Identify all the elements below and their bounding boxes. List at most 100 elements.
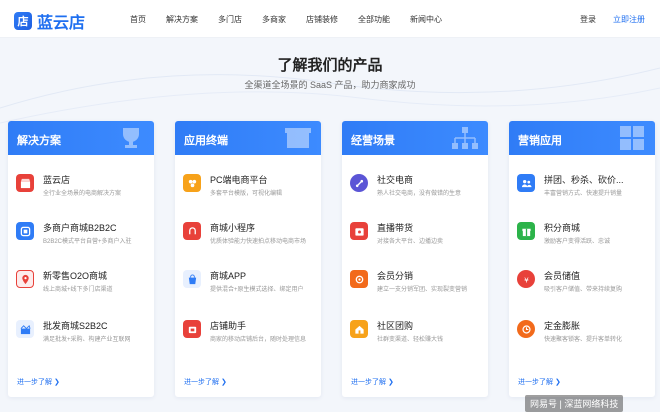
card-title: 营销应用 xyxy=(518,135,562,147)
main-nav: 首页 解决方案 多门店 多商家 店铺装修 全部功能 新闻中心 xyxy=(130,0,462,38)
learn-more-link[interactable]: 进一步了解 ❯ xyxy=(184,377,227,387)
item-description: 线上商城+线下多门店渠道 xyxy=(43,287,113,293)
item-title: 多商户商城B2B2C xyxy=(43,223,117,233)
mini-program-icon xyxy=(183,222,201,240)
list-item[interactable]: 会员分销 建立一支分销军团、实现裂变营销 xyxy=(350,267,486,301)
multi-store-icon xyxy=(16,222,34,240)
item-title: 店铺助手 xyxy=(210,321,247,331)
section-subtitle: 全渠道全场景的 SaaS 产品，助力商家成功 xyxy=(244,80,416,90)
item-title: PC端电商平台 xyxy=(210,175,268,185)
card-header: 营销应用 xyxy=(509,121,655,155)
list-item[interactable]: 积分商城 激励客户变得活跃、忠诚 xyxy=(517,219,653,253)
community-icon xyxy=(350,320,368,338)
item-description: 多套平台模版，可视化编辑 xyxy=(210,191,283,197)
list-item[interactable]: 新零售O2O商城 线上商城+线下多门店渠道 xyxy=(16,267,152,301)
svg-text:¥: ¥ xyxy=(524,275,529,284)
social-icon xyxy=(350,174,368,192)
login-link[interactable]: 登录 xyxy=(580,14,596,25)
learn-more-link[interactable]: 进一步了解 ❯ xyxy=(17,377,60,387)
pc-icon xyxy=(183,174,201,192)
trophy-icon xyxy=(123,128,139,148)
item-description: 满足批发+采购、构建产业互联网 xyxy=(43,337,131,343)
card-title: 解决方案 xyxy=(17,135,61,147)
list-item[interactable]: 店铺助手 商家的移动店铺后台，随时处理信息 xyxy=(183,317,319,351)
item-description: 对接各大平台、边播边卖 xyxy=(377,239,444,245)
list-item[interactable]: 拼团、秒杀、砍价... 丰富营销方式、快速提升销量 xyxy=(517,171,653,205)
live-icon xyxy=(350,222,368,240)
list-item[interactable]: 商城APP 提供混合+原生模式选择、绑定用户 xyxy=(183,267,319,301)
card-terminals: 应用终端 PC端电商平台 多套平台模版，可视化编辑 商城小程序 优质体验能力快速… xyxy=(175,121,321,397)
item-title: 拼团、秒杀、砍价... xyxy=(544,175,624,185)
item-description: 建立一支分销军团、实现裂变营销 xyxy=(377,287,468,293)
item-description: B2B2C模式平台自营+多商户入驻 xyxy=(43,239,132,245)
register-link[interactable]: 立即注册 xyxy=(613,14,645,25)
nav-all-features[interactable]: 全部功能 xyxy=(358,14,390,25)
group-buy-icon xyxy=(517,174,535,192)
list-item[interactable]: 社交电商 熟人社交电商，没有做错的生意 xyxy=(350,171,486,205)
nav-news[interactable]: 新闻中心 xyxy=(410,14,442,25)
item-title: 积分商城 xyxy=(544,223,581,233)
item-title: 商城APP xyxy=(210,271,247,281)
card-title: 经营场景 xyxy=(351,135,395,147)
card-marketing: 营销应用 拼团、秒杀、砍价... 丰富营销方式、快速提升销量 积分商城 激励客户… xyxy=(509,121,655,397)
grid-icon xyxy=(620,126,644,150)
card-header: 经营场景 xyxy=(342,121,488,155)
item-title: 蓝云店 xyxy=(43,175,71,185)
item-description: 丰富营销方式、快速提升销量 xyxy=(544,191,623,197)
stored-value-icon: ¥ xyxy=(517,270,535,288)
card-header: 应用终端 xyxy=(175,121,321,155)
logo-icon: 店 xyxy=(14,12,32,30)
item-description: 优质体验能力快速拍点移动电商市场 xyxy=(210,239,307,245)
item-title: 直播带货 xyxy=(377,223,414,233)
list-item[interactable]: 社区团购 社群变渠道、轻松赚大钱 xyxy=(350,317,486,351)
item-title: 商城小程序 xyxy=(210,223,256,233)
store-icon xyxy=(16,174,34,192)
card-scenarios: 经营场景 社交电商 熟人社交电商，没有做错的生意 直播带货 对接各大平台、边播边… xyxy=(342,121,488,397)
list-item[interactable]: 多商户商城B2B2C B2B2C模式平台自营+多商户入驻 xyxy=(16,219,152,253)
top-header: 店 蓝云店 首页 解决方案 多门店 多商家 店铺装修 全部功能 新闻中心 登录 … xyxy=(0,0,660,38)
list-item[interactable]: 批发商城S2B2C 满足批发+采购、构建产业互联网 xyxy=(16,317,152,351)
item-title: 社区团购 xyxy=(377,321,414,331)
item-title: 社交电商 xyxy=(377,175,414,185)
app-icon xyxy=(183,270,201,288)
item-description: 全行业全场景的电商解决方案 xyxy=(43,191,122,197)
item-description: 吸引客户储值、带来持续复购 xyxy=(544,287,623,293)
list-item[interactable]: ¥ 会员储值 吸引客户储值、带来持续复购 xyxy=(517,267,653,301)
list-item[interactable]: 定金膨胀 快速聚客锁客、提升客单转化 xyxy=(517,317,653,351)
item-description: 社群变渠道、轻松赚大钱 xyxy=(377,337,444,343)
org-chart-icon xyxy=(452,127,478,149)
list-item[interactable]: PC端电商平台 多套平台模版，可视化编辑 xyxy=(183,171,319,205)
card-title: 应用终端 xyxy=(184,135,228,147)
location-icon xyxy=(16,270,34,288)
distribution-icon xyxy=(350,270,368,288)
learn-more-link[interactable]: 进一步了解 ❯ xyxy=(351,377,394,387)
box-icon xyxy=(285,128,311,148)
item-description: 商家的移动店铺后台，随时处理信息 xyxy=(210,337,307,343)
item-description: 提供混合+原生模式选择、绑定用户 xyxy=(210,287,304,293)
card-solutions: 解决方案 蓝云店 全行业全场景的电商解决方案 多商户商城B2B2C B2B2C模… xyxy=(8,121,154,397)
points-icon xyxy=(517,222,535,240)
item-description: 熟人社交电商，没有做错的生意 xyxy=(377,191,462,197)
item-title: 批发商城S2B2C xyxy=(43,321,108,331)
nav-multi-store[interactable]: 多门店 xyxy=(218,14,242,25)
wholesale-icon xyxy=(16,320,34,338)
deposit-icon xyxy=(517,320,535,338)
list-item[interactable]: 蓝云店 全行业全场景的电商解决方案 xyxy=(16,171,152,205)
logo-text: 蓝云店 xyxy=(37,13,86,32)
nav-home[interactable]: 首页 xyxy=(130,14,146,25)
item-title: 会员分销 xyxy=(377,271,414,281)
source-watermark: 网易号 | 深蓝网络科技 xyxy=(525,395,624,412)
list-item[interactable]: 商城小程序 优质体验能力快速拍点移动电商市场 xyxy=(183,219,319,253)
nav-multi-merchant[interactable]: 多商家 xyxy=(262,14,286,25)
item-description: 快速聚客锁客、提升客单转化 xyxy=(544,337,623,343)
assistant-icon xyxy=(183,320,201,338)
nav-solutions[interactable]: 解决方案 xyxy=(166,14,198,25)
item-title: 会员储值 xyxy=(544,271,581,281)
brand-logo[interactable]: 店 蓝云店 xyxy=(14,9,85,33)
nav-store-decoration[interactable]: 店铺装修 xyxy=(306,14,338,25)
item-title: 新零售O2O商城 xyxy=(43,271,108,281)
item-description: 激励客户变得活跃、忠诚 xyxy=(544,239,611,245)
learn-more-link[interactable]: 进一步了解 ❯ xyxy=(518,377,561,387)
list-item[interactable]: 直播带货 对接各大平台、边播边卖 xyxy=(350,219,486,253)
card-header: 解决方案 xyxy=(8,121,154,155)
